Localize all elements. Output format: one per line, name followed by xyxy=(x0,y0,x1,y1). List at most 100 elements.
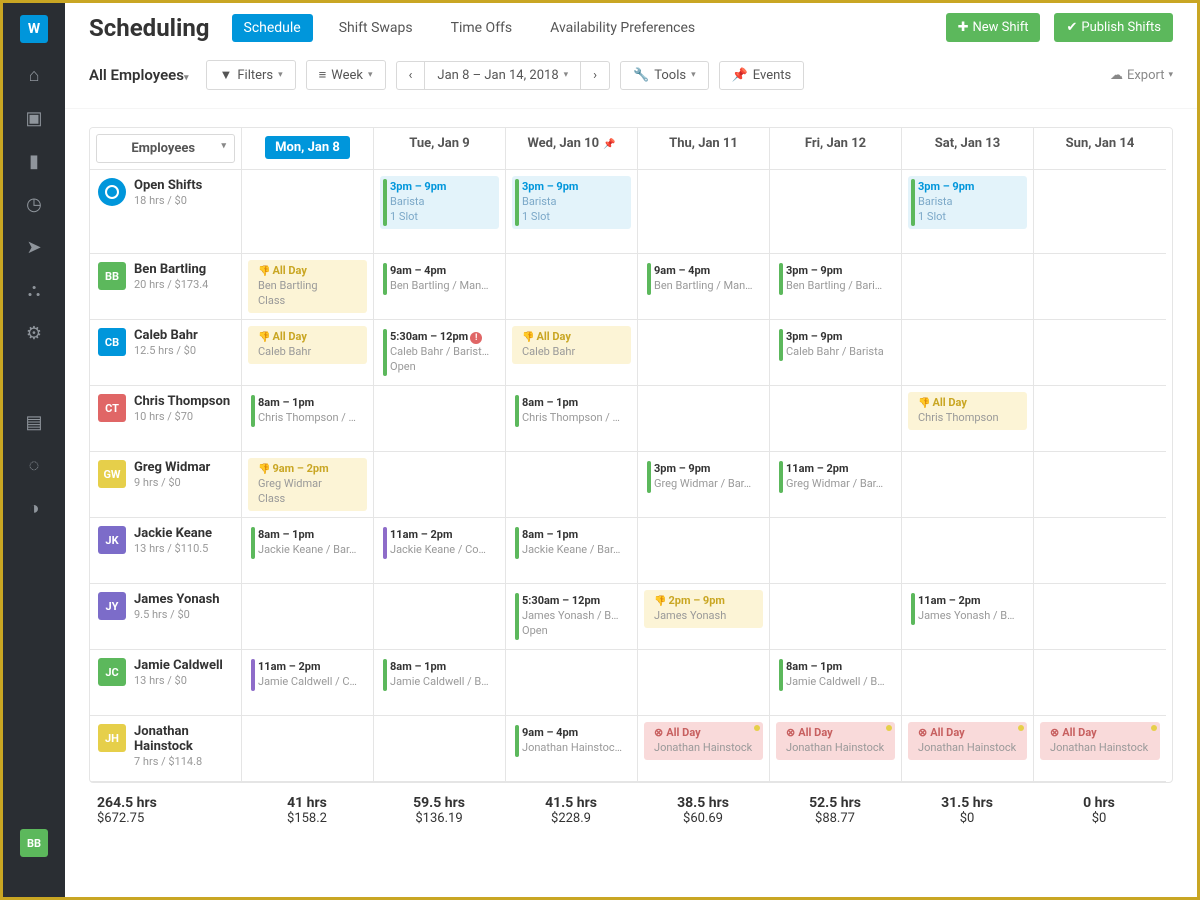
prev-week[interactable]: ‹ xyxy=(396,61,426,90)
time-off[interactable]: ⊗All DayJonathan Hainstock xyxy=(776,722,895,760)
tab-schedule[interactable]: Schedule xyxy=(232,14,313,42)
day-cell[interactable]: 9am – 4pmBen Bartling / Man… xyxy=(638,254,770,320)
day-cell[interactable] xyxy=(638,320,770,386)
day-cell[interactable]: 3pm – 9pmBen Bartling / Bari… xyxy=(770,254,902,320)
day-cell[interactable] xyxy=(1034,386,1166,452)
shift[interactable]: 8am – 1pmJamie Caldwell / B… xyxy=(776,656,895,694)
day-cell[interactable]: 3pm – 9pmBarista1 Slot xyxy=(374,170,506,254)
open-shift[interactable]: 3pm – 9pmBarista1 Slot xyxy=(380,176,499,229)
day-header[interactable]: Mon, Jan 8 xyxy=(242,128,374,170)
all-day-event[interactable]: 👎9am – 2pmGreg WidmarClass xyxy=(248,458,367,511)
employee-name[interactable]: Greg Widmar xyxy=(134,460,210,475)
shift[interactable]: 8am – 1pmJackie Keane / Bar… xyxy=(248,524,367,562)
day-cell[interactable] xyxy=(242,716,374,782)
all-day-event[interactable]: 👎All DayCaleb Bahr xyxy=(512,326,631,364)
day-cell[interactable]: ⊗All DayJonathan Hainstock xyxy=(638,716,770,782)
employee-name[interactable]: Caleb Bahr xyxy=(134,328,198,343)
shift[interactable]: 5:30am – 12pmJames Yonash / B…Open xyxy=(512,590,631,643)
day-cell[interactable] xyxy=(638,650,770,716)
day-cell[interactable] xyxy=(770,386,902,452)
day-cell[interactable]: 3pm – 9pmBarista1 Slot xyxy=(902,170,1034,254)
day-cell[interactable]: 11am – 2pmJamie Caldwell / C… xyxy=(242,650,374,716)
all-day-event[interactable]: 👎2pm – 9pmJames Yonash xyxy=(644,590,763,628)
tab-time-offs[interactable]: Time Offs xyxy=(439,14,525,42)
employee-name[interactable]: Ben Bartling xyxy=(134,262,208,277)
all-day-event[interactable]: 👎All DayCaleb Bahr xyxy=(248,326,367,364)
all-day-event[interactable]: 👎All DayBen BartlingClass xyxy=(248,260,367,313)
day-cell[interactable]: 8am – 1pmChris Thompson / … xyxy=(506,386,638,452)
time-off[interactable]: ⊗All DayJonathan Hainstock xyxy=(908,722,1027,760)
gear-icon[interactable]: ⚙ xyxy=(26,323,42,344)
day-cell[interactable]: 👎All DayBen BartlingClass xyxy=(242,254,374,320)
day-cell[interactable]: ⊗All DayJonathan Hainstock xyxy=(902,716,1034,782)
day-cell[interactable] xyxy=(902,518,1034,584)
help-icon[interactable]: ◌ xyxy=(29,455,40,476)
shift[interactable]: 9am – 4pmBen Bartling / Man… xyxy=(644,260,763,298)
employee-name[interactable]: James Yonash xyxy=(134,592,220,607)
view-week[interactable]: ≡Week▾ xyxy=(306,60,386,90)
clock-icon[interactable]: ◷ xyxy=(26,194,42,215)
day-cell[interactable]: 9am – 4pmBen Bartling / Man… xyxy=(374,254,506,320)
day-cell[interactable]: 👎9am – 2pmGreg WidmarClass xyxy=(242,452,374,518)
day-cell[interactable] xyxy=(1034,254,1166,320)
home-icon[interactable]: ⌂ xyxy=(29,65,40,86)
day-cell[interactable] xyxy=(902,650,1034,716)
day-cell[interactable]: 9am – 4pmJonathan Hainstoc… xyxy=(506,716,638,782)
day-cell[interactable] xyxy=(1034,170,1166,254)
calendar-icon[interactable]: ▣ xyxy=(25,108,42,129)
day-header[interactable]: Thu, Jan 11 xyxy=(638,128,770,170)
day-cell[interactable]: 5:30am – 12pm!Caleb Bahr / Barist…Open xyxy=(374,320,506,386)
export-button[interactable]: ☁Export▾ xyxy=(1110,68,1173,83)
shift[interactable]: 3pm – 9pmBen Bartling / Bari… xyxy=(776,260,895,298)
time-off[interactable]: ⊗All DayJonathan Hainstock xyxy=(644,722,763,760)
employee-name[interactable]: Open Shifts xyxy=(134,178,202,193)
day-cell[interactable]: 👎All DayChris Thompson xyxy=(902,386,1034,452)
day-cell[interactable] xyxy=(506,254,638,320)
day-cell[interactable]: 👎All DayCaleb Bahr xyxy=(242,320,374,386)
shift[interactable]: 8am – 1pmJamie Caldwell / B… xyxy=(380,656,499,694)
day-cell[interactable]: 8am – 1pmJamie Caldwell / B… xyxy=(770,650,902,716)
day-header[interactable]: Tue, Jan 9 xyxy=(374,128,506,170)
tab-shift-swaps[interactable]: Shift Swaps xyxy=(327,14,425,42)
day-header[interactable]: Wed, Jan 10📌 xyxy=(506,128,638,170)
day-cell[interactable] xyxy=(638,518,770,584)
shift[interactable]: 5:30am – 12pm!Caleb Bahr / Barist…Open xyxy=(380,326,499,379)
day-cell[interactable]: 11am – 2pmGreg Widmar / Bar… xyxy=(770,452,902,518)
day-cell[interactable] xyxy=(638,386,770,452)
time-off[interactable]: ⊗All DayJonathan Hainstock xyxy=(1040,722,1160,760)
day-cell[interactable] xyxy=(506,650,638,716)
filters-button[interactable]: ▼Filters▾ xyxy=(206,60,295,90)
bookmark-icon[interactable]: ▮ xyxy=(29,151,39,172)
day-cell[interactable]: ⊗All DayJonathan Hainstock xyxy=(770,716,902,782)
building-icon[interactable]: ▤ xyxy=(25,412,42,433)
shift[interactable]: 9am – 4pmJonathan Hainstoc… xyxy=(512,722,631,760)
day-cell[interactable] xyxy=(374,584,506,650)
current-user-avatar[interactable]: BB xyxy=(20,829,48,857)
day-cell[interactable] xyxy=(374,716,506,782)
day-cell[interactable] xyxy=(374,452,506,518)
employee-name[interactable]: Jonathan Hainstock xyxy=(134,724,233,754)
next-week[interactable]: › xyxy=(581,61,610,90)
open-shift[interactable]: 3pm – 9pmBarista1 Slot xyxy=(908,176,1027,229)
day-cell[interactable] xyxy=(902,320,1034,386)
shift[interactable]: 8am – 1pmChris Thompson / … xyxy=(512,392,631,430)
shift[interactable]: 3pm – 9pmCaleb Bahr / Barista xyxy=(776,326,895,364)
tools-button[interactable]: 🔧Tools▾ xyxy=(620,61,709,90)
employee-name[interactable]: Jackie Keane xyxy=(134,526,212,541)
shift[interactable]: 9am – 4pmBen Bartling / Man… xyxy=(380,260,499,298)
day-cell[interactable]: 3pm – 9pmGreg Widmar / Bar… xyxy=(638,452,770,518)
day-cell[interactable] xyxy=(638,170,770,254)
day-cell[interactable]: 8am – 1pmJackie Keane / Bar… xyxy=(506,518,638,584)
day-cell[interactable] xyxy=(1034,452,1166,518)
publish-button[interactable]: ✔Publish Shifts xyxy=(1054,13,1173,42)
shift[interactable]: 11am – 2pmGreg Widmar / Bar… xyxy=(776,458,895,496)
people-icon[interactable]: ⛬ xyxy=(28,280,41,301)
day-header[interactable]: Fri, Jan 12 xyxy=(770,128,902,170)
day-cell[interactable] xyxy=(1034,650,1166,716)
employee-name[interactable]: Jamie Caldwell xyxy=(134,658,223,673)
shift[interactable]: 11am – 2pmJames Yonash / B… xyxy=(908,590,1027,628)
day-cell[interactable] xyxy=(770,170,902,254)
day-cell[interactable]: ⊗All DayJonathan Hainstock xyxy=(1034,716,1166,782)
day-cell[interactable]: 5:30am – 12pmJames Yonash / B…Open xyxy=(506,584,638,650)
day-header[interactable]: Sat, Jan 13 xyxy=(902,128,1034,170)
